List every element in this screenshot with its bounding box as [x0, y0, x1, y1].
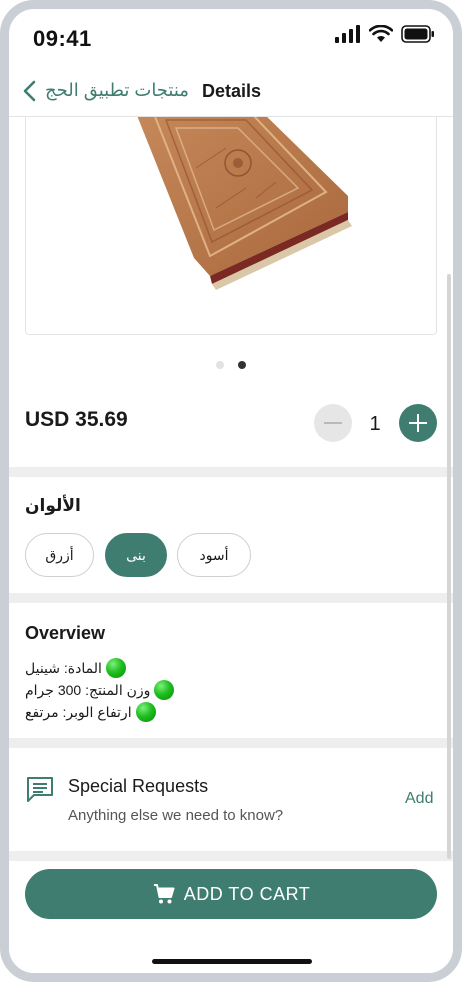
page-title: Details — [202, 81, 262, 101]
special-requests-subtitle: Anything else we need to know? — [68, 807, 284, 824]
overview-line-text: المادة: شينيل — [25, 659, 102, 676]
status-icons — [335, 25, 435, 43]
overview-title: Overview — [25, 623, 106, 643]
color-option-brown[interactable]: بنى — [105, 533, 167, 577]
add-special-request-button[interactable]: Add — [405, 790, 433, 808]
product-image-card[interactable] — [25, 117, 437, 335]
increase-quantity-button[interactable] — [399, 404, 437, 442]
green-circle-icon — [105, 658, 126, 678]
comment-icon — [27, 777, 53, 802]
color-option-black[interactable]: أسود — [177, 533, 251, 577]
battery-icon — [401, 25, 434, 43]
decrease-quantity-button[interactable] — [314, 404, 352, 442]
quantity-value: 1 — [369, 413, 381, 435]
colors-title: الألوان — [25, 496, 81, 515]
section-divider — [9, 851, 453, 861]
carousel-dot[interactable] — [216, 361, 224, 369]
product-price: USD 35.69 — [25, 408, 128, 431]
special-requests-title: Special Requests — [68, 776, 209, 796]
add-to-cart-button[interactable]: ADD TO CART — [25, 869, 437, 919]
scroll-content[interactable]: USD 35.69 1 الألوان أسود بنى أزرق Overvi… — [9, 117, 453, 961]
cellular-signal-icon — [335, 25, 360, 43]
prayer-rug-image — [137, 117, 352, 290]
overview-line: المادة: شينيل — [25, 658, 126, 678]
section-divider — [9, 467, 453, 477]
wifi-icon — [369, 25, 393, 42]
home-indicator — [152, 959, 312, 964]
status-bar: 09:41 — [9, 9, 453, 65]
overview-line: ارتفاع الوبر: مرتفع — [25, 702, 156, 722]
chevron-left-icon[interactable] — [19, 79, 41, 103]
overview-line: وزن المنتج: 300 جرام — [25, 680, 175, 700]
green-circle-icon — [154, 680, 175, 700]
carousel-dot-active[interactable] — [238, 361, 246, 369]
scrollbar[interactable] — [447, 274, 451, 859]
overview-line-text: وزن المنتج: 300 جرام — [25, 681, 151, 698]
green-circle-icon — [135, 702, 156, 722]
overview-line-text: ارتفاع الوبر: مرتفع — [25, 703, 132, 720]
carousel-dots — [9, 361, 453, 369]
nav-bar: منتجات تطبيق الحج Details — [9, 65, 453, 117]
add-to-cart-label: ADD TO CART — [183, 883, 311, 904]
back-button[interactable]: منتجات تطبيق الحج — [45, 80, 189, 101]
cart-icon — [153, 884, 175, 904]
section-divider — [9, 738, 453, 748]
color-option-blue[interactable]: أزرق — [25, 533, 94, 577]
status-time: 09:41 — [33, 26, 92, 51]
phone-frame: 09:41 منتجات تطبيق الحج Details USD 35.6… — [0, 0, 462, 982]
section-divider — [9, 593, 453, 603]
